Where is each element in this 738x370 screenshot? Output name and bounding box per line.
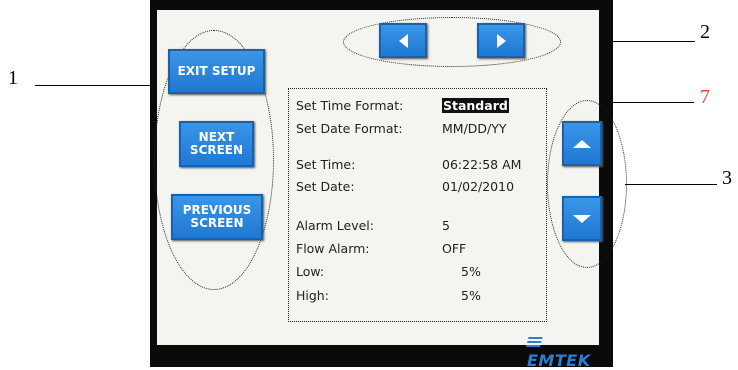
next-screen-button[interactable]: NEXT SCREEN [179, 121, 254, 167]
date-format-value[interactable]: MM/DD/YY [442, 121, 507, 136]
high-value[interactable]: 5% [461, 288, 481, 303]
arrow-up-icon [573, 139, 591, 148]
emtek-logo: EMTEK [525, 332, 599, 370]
setting-row-high[interactable]: High: 5% [296, 288, 481, 303]
setting-row-date-format[interactable]: Set Date Format: MM/DD/YY [296, 121, 507, 136]
setting-row-low[interactable]: Low: 5% [296, 264, 481, 279]
right-arrow-button[interactable] [477, 23, 525, 58]
down-arrow-button[interactable] [562, 196, 602, 241]
flow-alarm-value[interactable]: OFF [442, 241, 466, 256]
date-value[interactable]: 01/02/2010 [442, 179, 514, 194]
top-arrows-group [343, 17, 561, 67]
exit-setup-button[interactable]: EXIT SETUP [168, 49, 265, 94]
arrow-right-icon [496, 33, 506, 48]
setting-row-time[interactable]: Set Time: 06:22:58 AM [296, 157, 521, 172]
arrow-left-icon [398, 33, 408, 48]
previous-screen-button[interactable]: PREVIOUS SCREEN [171, 194, 263, 240]
low-value[interactable]: 5% [461, 264, 481, 279]
left-arrow-button[interactable] [379, 23, 427, 58]
callout-3-line [625, 184, 717, 185]
alarm-level-value[interactable]: 5 [442, 218, 450, 233]
up-arrow-button[interactable] [562, 121, 602, 166]
logo-bars-icon [525, 336, 543, 349]
callout-7: 7 [700, 86, 710, 108]
touch-screen: EXIT SETUP NEXT SCREEN PREVIOUS SCREEN S… [154, 10, 627, 370]
callout-3: 3 [722, 167, 732, 189]
setting-row-time-format[interactable]: Set Time Format: Standard [296, 98, 509, 113]
setting-row-date[interactable]: Set Date: 01/02/2010 [296, 179, 514, 194]
setting-row-flow-alarm[interactable]: Flow Alarm: OFF [296, 241, 466, 256]
callout-2: 2 [700, 21, 710, 43]
time-format-value[interactable]: Standard [442, 98, 509, 113]
time-value[interactable]: 06:22:58 AM [442, 157, 521, 172]
settings-panel: Set Time Format: Standard Set Date Forma… [288, 88, 547, 322]
setting-row-alarm-level[interactable]: Alarm Level: 5 [296, 218, 450, 233]
arrow-down-icon [573, 214, 591, 223]
callout-1: 1 [8, 67, 18, 89]
device-frame: EXIT SETUP NEXT SCREEN PREVIOUS SCREEN S… [150, 0, 627, 370]
